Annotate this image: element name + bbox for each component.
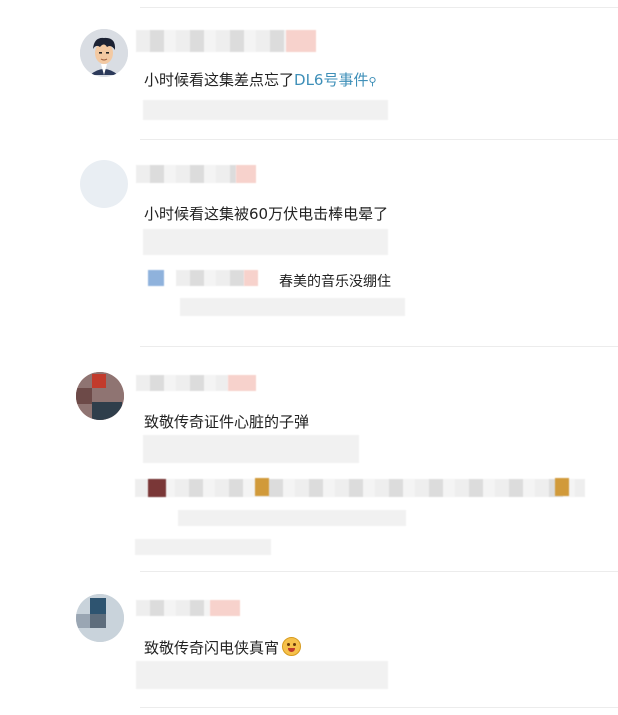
divider [140, 571, 618, 572]
username-redacted[interactable] [136, 375, 228, 391]
reply-row-redacted[interactable] [135, 479, 585, 497]
reply-username-redacted [244, 270, 258, 286]
comment-meta-redacted [143, 435, 359, 463]
divider [140, 346, 618, 347]
avatar[interactable] [80, 29, 128, 77]
divider [140, 707, 618, 708]
reply-text: 春美的音乐没绷住 [279, 274, 391, 290]
comment-meta-redacted [136, 661, 388, 689]
view-replies-redacted[interactable] [135, 539, 271, 555]
avatar[interactable] [76, 372, 124, 420]
reply-avatar-redacted[interactable] [148, 270, 164, 286]
comment-meta-redacted [143, 229, 388, 255]
username-redacted[interactable] [136, 600, 210, 616]
comment-text: 致敬传奇闪电侠真宵 [144, 637, 302, 658]
comment-text: 小时候看这集被60万伏电击棒电晕了 [144, 205, 389, 223]
reply-username-redacted[interactable] [176, 270, 244, 286]
username-redacted [286, 30, 316, 52]
keyword-link[interactable]: DL6号事件 [294, 71, 368, 89]
username-redacted [228, 375, 256, 391]
comment-text: 小时候看这集差点忘了DL6号事件⚲ [144, 69, 377, 90]
comment-text: 致敬传奇证件心脏的子弹 [144, 413, 310, 431]
comment-body: 小时候看这集差点忘了 [144, 71, 295, 89]
divider [140, 139, 618, 140]
reply-meta-redacted [180, 298, 405, 316]
search-icon[interactable]: ⚲ [368, 75, 376, 88]
reply-meta-redacted [178, 510, 406, 526]
username-redacted[interactable] [136, 165, 236, 183]
username-redacted[interactable] [136, 30, 286, 52]
fearful-face-icon [282, 637, 302, 656]
username-redacted [210, 600, 240, 616]
divider [140, 7, 618, 8]
username-redacted [236, 165, 256, 183]
avatar[interactable] [76, 594, 124, 642]
reply-badge-redacted [255, 478, 269, 496]
reply-avatar-redacted[interactable] [148, 479, 166, 497]
avatar[interactable] [80, 160, 128, 208]
comment-body: 致敬传奇闪电侠真宵 [144, 639, 280, 657]
reply-badge-redacted [555, 478, 569, 496]
comment-meta-redacted [143, 100, 388, 120]
